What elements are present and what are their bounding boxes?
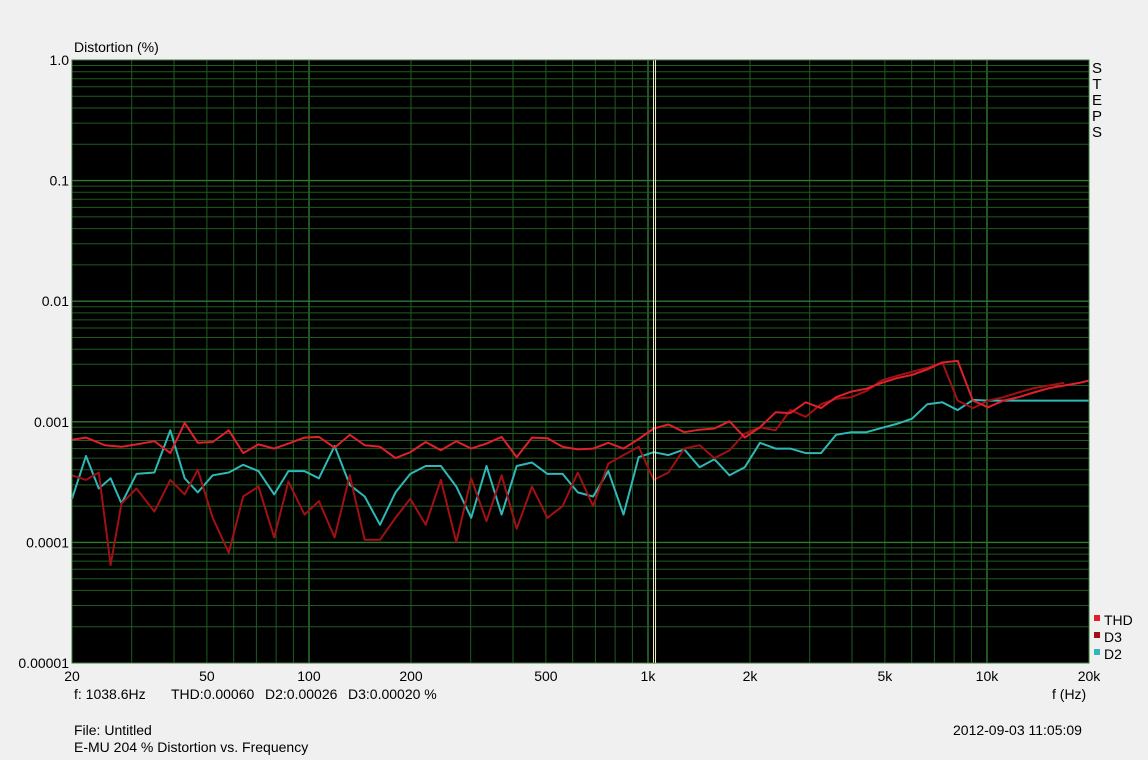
chart-title: E-MU 204 % Distortion vs. Frequency [74,739,309,755]
y-tick-label: 0.0001 [26,534,69,550]
steps-letter: S [1092,124,1102,141]
distortion-chart: 1.0 0.1 0.01 0.001 0.0001 0.00001 20 50 100 200 5… [18,39,1133,702]
y-tick-label: 1.0 [50,52,70,68]
x-tick-label: 1k [641,668,657,684]
y-axis-label: Distortion (%) [74,39,159,55]
x-axis-label: f (Hz) [1052,686,1086,702]
y-tick-label: 0.001 [34,414,69,430]
steps-button[interactable]: STEPS [1092,60,1102,141]
timestamp: 2012-09-03 11:05:09 [953,722,1082,738]
readout-d2: D2:0.00026 [265,686,338,702]
plot-area[interactable] [72,60,1089,663]
steps-letter: E [1092,92,1102,109]
x-tick-label: 20 [64,668,80,684]
readout-thd: THD:0.00060 [171,686,255,702]
x-tick-label: 200 [399,668,423,684]
legend-swatch-d2 [1094,649,1100,655]
x-tick-labels: 20 50 100 200 500 1k 2k 5k 10k 20k [64,668,1101,684]
legend: THDD3D2 [1094,612,1133,662]
readout-freq: f: 1038.6Hz [74,686,146,702]
legend-swatch-thd [1094,615,1100,621]
x-tick-label: 20k [1078,668,1102,684]
legend-label-d2: D2 [1104,646,1122,662]
steps-letter: P [1092,108,1102,125]
y-tick-label: 0.00001 [18,655,69,671]
x-tick-label: 50 [199,668,215,684]
legend-label-d3: D3 [1104,629,1122,645]
x-tick-label: 10k [976,668,1000,684]
y-tick-label: 0.01 [42,293,69,309]
file-label: File: Untitled [74,722,152,738]
steps-letter: S [1092,60,1102,77]
readout-d3: D3:0.00020 % [348,686,437,702]
x-tick-label: 500 [534,668,558,684]
y-tick-label: 0.1 [50,173,70,189]
y-tick-labels: 1.0 0.1 0.01 0.001 0.0001 0.00001 [18,52,69,671]
x-tick-label: 100 [297,668,321,684]
legend-swatch-d3 [1094,632,1100,638]
x-tick-label: 2k [743,668,759,684]
x-tick-label: 5k [878,668,894,684]
steps-letter: T [1092,76,1101,93]
legend-label-thd: THD [1104,612,1133,628]
